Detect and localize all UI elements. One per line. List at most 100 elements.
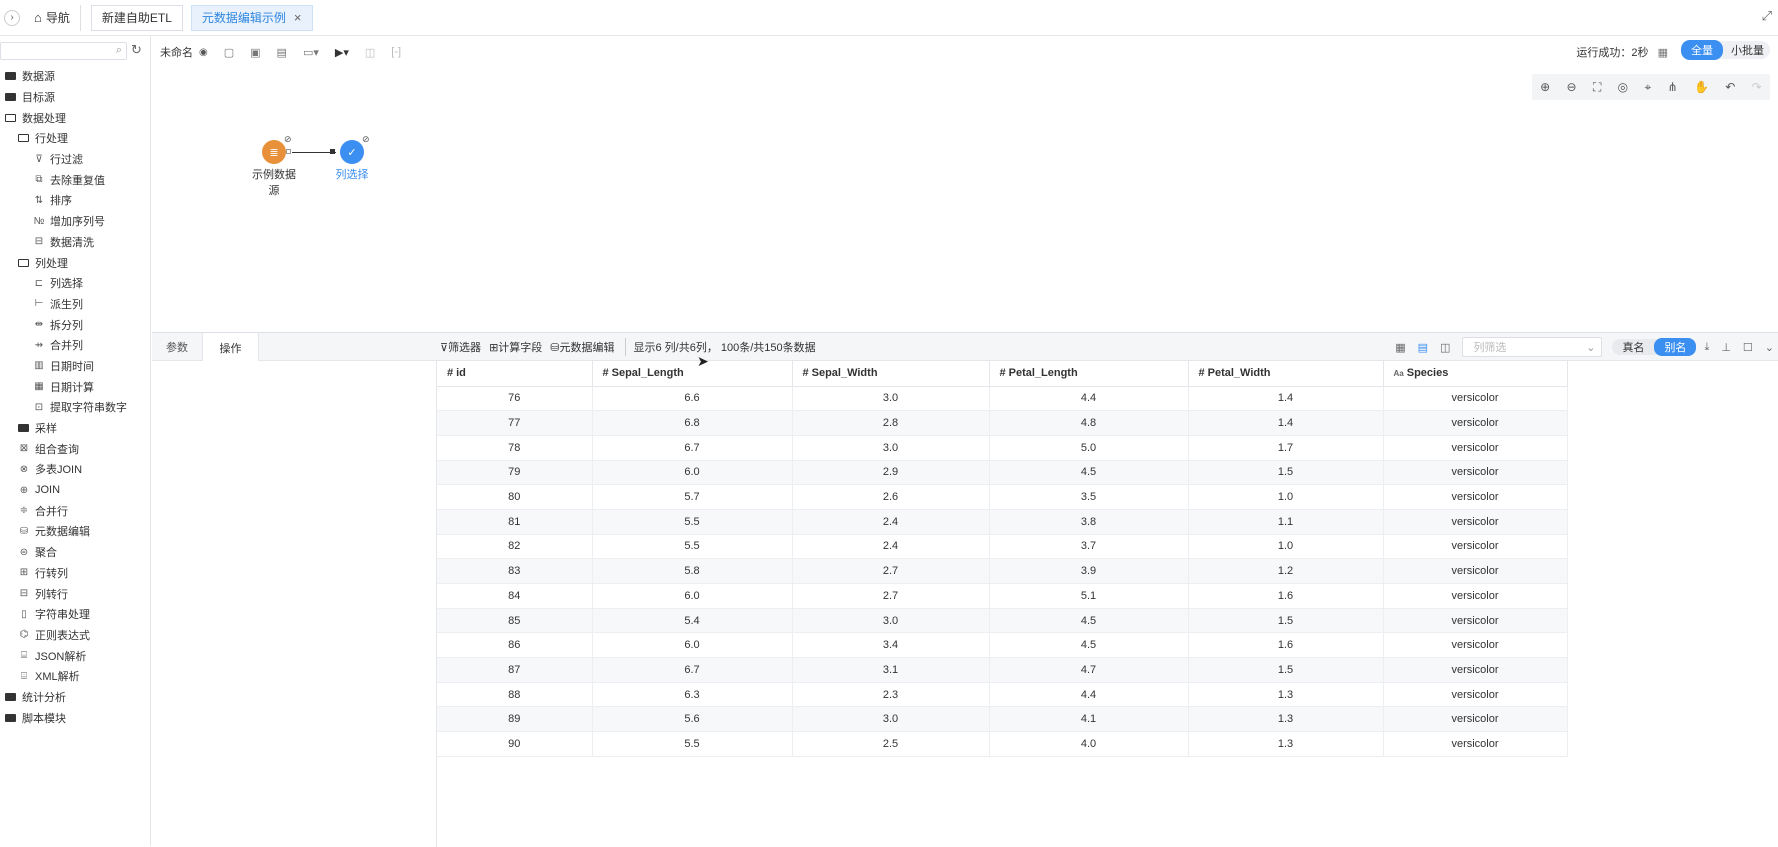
table-cell[interactable]: versicolor xyxy=(1383,484,1568,510)
save-icon[interactable]: ▣ xyxy=(250,46,260,59)
table-row[interactable]: 88 6.3 2.3 4.4 1.3 versicolor xyxy=(437,682,1568,708)
settings-icon[interactable]: ◉ xyxy=(199,47,208,58)
table-cell[interactable]: 1.1 xyxy=(1188,509,1384,535)
sidebar-item[interactable]: 数据处理 xyxy=(0,107,151,128)
table-cell[interactable]: 1.5 xyxy=(1188,657,1384,683)
table-cell[interactable]: 82 xyxy=(437,534,593,560)
table-cell[interactable]: versicolor xyxy=(1383,583,1568,609)
table-cell[interactable]: versicolor xyxy=(1383,410,1568,436)
sidebar-item[interactable]: ⇹ 拆分列 xyxy=(0,314,151,335)
table-cell[interactable]: 89 xyxy=(437,706,593,733)
table-cell[interactable]: 5.8 xyxy=(592,558,793,584)
table-cell[interactable]: 4.8 xyxy=(989,410,1189,436)
table-cell[interactable]: 1.3 xyxy=(1188,682,1384,708)
table-cell[interactable]: versicolor xyxy=(1383,608,1568,634)
node-sample-datasource[interactable]: ≣ 示例数据源 ⊘ xyxy=(248,134,300,198)
table-row[interactable]: 79 6.0 2.9 4.5 1.5 versicolor xyxy=(437,460,1568,486)
table-row[interactable]: 78 6.7 3.0 5.0 1.7 versicolor xyxy=(437,435,1568,461)
sidebar-item[interactable]: ⇸ 合并列 xyxy=(0,335,151,356)
table-cell[interactable]: versicolor xyxy=(1383,682,1568,708)
table-cell[interactable]: 4.7 xyxy=(989,657,1189,683)
sidebar-item[interactable]: ⛁ 元数据编辑 xyxy=(0,521,151,542)
log-view-icon[interactable]: ▦ xyxy=(1658,47,1668,59)
table-cell[interactable]: 1.3 xyxy=(1188,706,1384,733)
table-cell[interactable]: 2.9 xyxy=(792,460,990,486)
table-cell[interactable]: 1.5 xyxy=(1188,460,1384,486)
chevron-right-icon[interactable]: › xyxy=(4,9,20,26)
sidebar-item[interactable]: ⊟ 数据清洗 xyxy=(0,232,151,253)
table-cell[interactable]: 76 xyxy=(437,386,593,412)
sidebar-item[interactable]: ⊟ 列转行 xyxy=(0,583,151,604)
table-cell[interactable]: 5.5 xyxy=(592,534,793,560)
metadata-edit-tool[interactable]: ⛁元数据编辑 xyxy=(550,339,614,355)
sidebar-item[interactable]: 目标源 xyxy=(0,87,151,108)
copy-icon[interactable]: ▢ xyxy=(224,46,234,59)
real-name-option[interactable]: 真名 xyxy=(1612,339,1654,355)
table-cell[interactable]: 6.7 xyxy=(592,435,793,461)
sidebar-item[interactable]: ⊏ 列选择 xyxy=(0,273,151,294)
sidebar-item[interactable]: 统计分析 xyxy=(0,687,151,708)
table-cell[interactable]: 83 xyxy=(437,558,593,584)
save-as-icon[interactable]: ▤ xyxy=(277,46,287,59)
table-cell[interactable]: 1.2 xyxy=(1188,558,1384,584)
mode-switch[interactable]: 全量 小批量 xyxy=(1681,40,1770,60)
table-cell[interactable]: 5.5 xyxy=(592,509,793,535)
sidebar-item[interactable]: ⧉ 去除重复值 xyxy=(0,169,151,190)
fullscreen-icon[interactable]: ⤢ xyxy=(1762,8,1772,24)
sidebar-item[interactable]: ▯ 字符串处理 xyxy=(0,604,151,625)
flow-canvas[interactable]: 未命名 ◉ ▢ ▣ ▤ ▭▾ ▶▾ ◫ [‑] 运行成功：2秒 ▦ 全量 小批量… xyxy=(152,36,1778,332)
table-cell[interactable]: versicolor xyxy=(1383,632,1568,659)
column-filter-select[interactable]: 列筛选 ⌄ xyxy=(1462,337,1603,357)
table-cell[interactable]: 1.6 xyxy=(1188,632,1384,659)
sidebar-item[interactable]: ⌸ JSON解析 xyxy=(0,645,151,666)
table-cell[interactable]: 2.4 xyxy=(792,509,990,535)
table-row[interactable]: 82 5.5 2.4 3.7 1.0 versicolor xyxy=(437,534,1568,560)
maximize-icon[interactable]: ☐ xyxy=(1743,341,1753,354)
column-header[interactable]: # Petal_Width xyxy=(1188,361,1384,387)
table-cell[interactable]: 5.7 xyxy=(592,484,793,510)
table-cell[interactable]: 1.4 xyxy=(1188,386,1384,412)
table-cell[interactable]: 2.3 xyxy=(792,682,990,708)
table-cell[interactable]: versicolor xyxy=(1383,534,1568,560)
output-port[interactable] xyxy=(286,149,291,154)
undo-icon[interactable]: ↶ xyxy=(1725,80,1735,94)
table-cell[interactable]: 78 xyxy=(437,435,593,461)
sidebar-item[interactable]: ⊜ 聚合 xyxy=(0,542,151,563)
table-cell[interactable]: 90 xyxy=(437,731,593,757)
table-cell[interactable]: versicolor xyxy=(1383,435,1568,461)
search-icon[interactable]: ⌕ xyxy=(116,44,122,57)
sidebar-item[interactable]: ⊕ JOIN xyxy=(0,480,151,501)
table-cell[interactable]: 6.0 xyxy=(592,632,793,659)
refresh-icon[interactable]: ↻ xyxy=(131,42,142,58)
stop-icon[interactable]: ◫ xyxy=(365,46,375,59)
document-icon[interactable]: ▤ xyxy=(1418,341,1428,354)
table-row[interactable]: 80 5.7 2.6 3.5 1.0 versicolor xyxy=(437,484,1568,510)
table-cell[interactable]: 4.0 xyxy=(989,731,1189,757)
table-cell[interactable]: versicolor xyxy=(1383,509,1568,535)
sidebar-item[interactable]: ⊢ 派生列 xyxy=(0,294,151,315)
table-cell[interactable]: 1.3 xyxy=(1188,731,1384,757)
zoom-out-icon[interactable]: ⊖ xyxy=(1567,80,1577,94)
table-cell[interactable]: 3.0 xyxy=(792,608,990,634)
table-cell[interactable]: 1.6 xyxy=(1188,583,1384,609)
table-cell[interactable]: versicolor xyxy=(1383,558,1568,584)
sidebar-item[interactable]: ⊽ 行过滤 xyxy=(0,149,151,170)
table-cell[interactable]: 4.4 xyxy=(989,386,1189,412)
sidebar-item[interactable]: ⊗ 多表JOIN xyxy=(0,459,151,480)
tab-new-etl[interactable]: 新建自助ETL xyxy=(90,4,183,31)
table-cell[interactable]: 6.8 xyxy=(592,410,793,436)
table-cell[interactable]: 6.6 xyxy=(592,386,793,412)
table-cell[interactable]: versicolor xyxy=(1383,731,1568,757)
table-cell[interactable]: 5.5 xyxy=(592,731,793,757)
table-cell[interactable]: 81 xyxy=(437,509,593,535)
mode-batch[interactable]: 小批量 xyxy=(1723,40,1770,60)
sidebar-item[interactable]: ⌬ 正则表达式 xyxy=(0,625,151,646)
table-cell[interactable]: 80 xyxy=(437,484,593,510)
locate-icon[interactable]: ⌖ xyxy=(1644,80,1651,95)
table-cell[interactable]: 3.1 xyxy=(792,657,990,683)
column-header[interactable]: # Sepal_Length xyxy=(592,361,793,387)
sidebar-item[interactable]: ≑ 合并行 xyxy=(0,500,151,521)
table-cell[interactable]: versicolor xyxy=(1383,460,1568,486)
search-input[interactable] xyxy=(1,43,106,59)
table-cell[interactable]: 3.5 xyxy=(989,484,1189,510)
